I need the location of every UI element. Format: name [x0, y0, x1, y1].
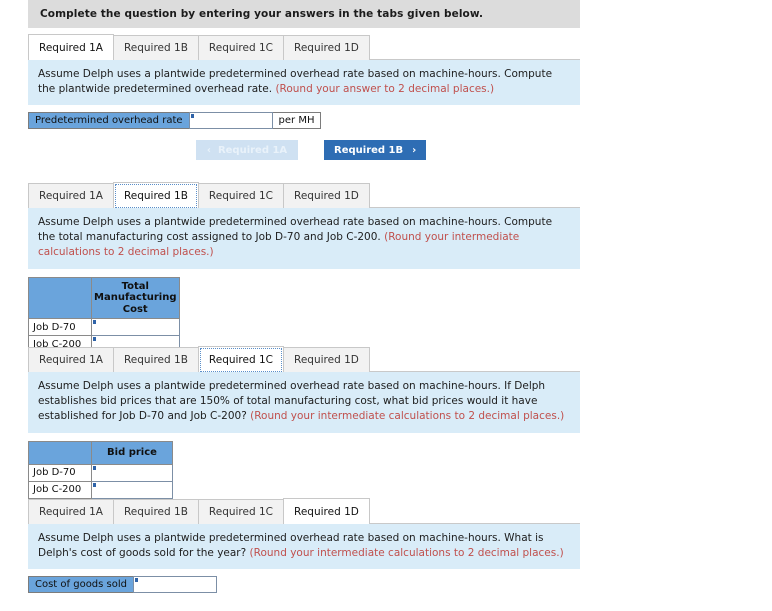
table-corner-header	[28, 440, 92, 465]
tab-required-1a[interactable]: Required 1A	[28, 499, 114, 524]
input-job-d70-total-cost[interactable]	[91, 318, 180, 337]
prev-button-label: Required 1A	[217, 144, 288, 156]
tabstrip-1a: Required 1A Required 1B Required 1C Requ…	[28, 34, 580, 60]
row-label-job-d70: Job D-70	[28, 318, 92, 337]
tab-required-1a[interactable]: Required 1A	[28, 183, 114, 208]
cost-of-goods-sold-input[interactable]	[133, 576, 218, 594]
instruction-hint: (Round your intermediate calculations to…	[250, 410, 565, 423]
answer-label-cost-of-goods-sold: Cost of goods sold	[28, 576, 134, 594]
page-title: Complete the question by entering your a…	[40, 8, 484, 20]
tab-required-1b[interactable]: Required 1B	[112, 182, 199, 208]
instruction-box-1c: Assume Delph uses a plantwide predetermi…	[28, 371, 580, 433]
tab-required-1b[interactable]: Required 1B	[112, 347, 199, 372]
row-label-job-c200: Job C-200	[28, 480, 92, 499]
tab-required-1c[interactable]: Required 1C	[197, 35, 284, 60]
chevron-right-icon: ›	[412, 144, 417, 156]
section-required-1d: Required 1A Required 1B Required 1C Requ…	[28, 498, 580, 594]
tab-required-1d[interactable]: Required 1D	[283, 347, 370, 372]
row-label-job-d70: Job D-70	[28, 463, 92, 482]
section-required-1a: Required 1A Required 1B Required 1C Requ…	[28, 34, 580, 161]
tab-required-1b[interactable]: Required 1B	[112, 35, 199, 60]
bid-price-table: Bid price Job D-70 Job C-200	[28, 440, 173, 499]
input-job-d70-bid-price[interactable]	[91, 463, 173, 482]
table-column-header: Total Manufacturing Cost	[91, 276, 180, 320]
table-header-row: Total Manufacturing Cost	[28, 276, 180, 320]
instruction-box-1b: Assume Delph uses a plantwide predetermi…	[28, 207, 580, 269]
tab-required-1d[interactable]: Required 1D	[283, 183, 370, 208]
table-row: Job D-70	[28, 463, 173, 482]
table-row: Job C-200	[28, 480, 173, 499]
answer-label-overhead-rate: Predetermined overhead rate	[28, 112, 189, 130]
tabstrip-1b: Required 1A Required 1B Required 1C Requ…	[28, 182, 580, 208]
prev-required-1a-button[interactable]: ‹ Required 1A	[196, 140, 298, 161]
table-corner-header	[28, 276, 92, 320]
tab-required-1c[interactable]: Required 1C	[197, 346, 284, 372]
tab-required-1b[interactable]: Required 1B	[112, 499, 199, 524]
answer-suffix-per-mh: per MH	[272, 112, 322, 130]
tab-required-1d[interactable]: Required 1D	[283, 498, 370, 524]
nav-button-bar: ‹ Required 1A Required 1B ›	[196, 140, 580, 161]
question-page: Complete the question by entering your a…	[28, 0, 772, 594]
table-header-row: Bid price	[28, 440, 173, 465]
total-manufacturing-cost-table: Total Manufacturing Cost Job D-70 Job C-…	[28, 276, 180, 354]
answer-row-cost-of-goods-sold: Cost of goods sold	[28, 576, 580, 594]
table-row: Job D-70	[28, 318, 180, 337]
section-required-1c: Required 1A Required 1B Required 1C Requ…	[28, 346, 580, 499]
next-button-label: Required 1B	[334, 144, 404, 156]
tab-required-1a[interactable]: Required 1A	[28, 347, 114, 372]
section-required-1b: Required 1A Required 1B Required 1C Requ…	[28, 182, 580, 354]
tab-required-1c[interactable]: Required 1C	[197, 499, 284, 524]
tab-required-1c[interactable]: Required 1C	[197, 183, 284, 208]
tabstrip-1c: Required 1A Required 1B Required 1C Requ…	[28, 346, 580, 372]
table-column-header: Bid price	[91, 440, 173, 465]
input-job-c200-bid-price[interactable]	[91, 480, 173, 499]
instruction-box-1a: Assume Delph uses a plantwide predetermi…	[28, 59, 580, 106]
answer-row-overhead-rate: Predetermined overhead rate per MH	[28, 112, 580, 130]
instruction-box-1d: Assume Delph uses a plantwide predetermi…	[28, 523, 580, 570]
overhead-rate-input[interactable]	[188, 112, 273, 130]
next-required-1b-button[interactable]: Required 1B ›	[324, 140, 427, 161]
page-header-banner: Complete the question by entering your a…	[28, 0, 580, 28]
instruction-hint: (Round your intermediate calculations to…	[249, 547, 564, 560]
tab-required-1d[interactable]: Required 1D	[283, 35, 370, 60]
instruction-hint: (Round your answer to 2 decimal places.)	[275, 83, 495, 96]
tab-required-1a[interactable]: Required 1A	[28, 34, 114, 60]
chevron-left-icon: ‹	[206, 144, 211, 156]
tabstrip-1d: Required 1A Required 1B Required 1C Requ…	[28, 498, 580, 524]
